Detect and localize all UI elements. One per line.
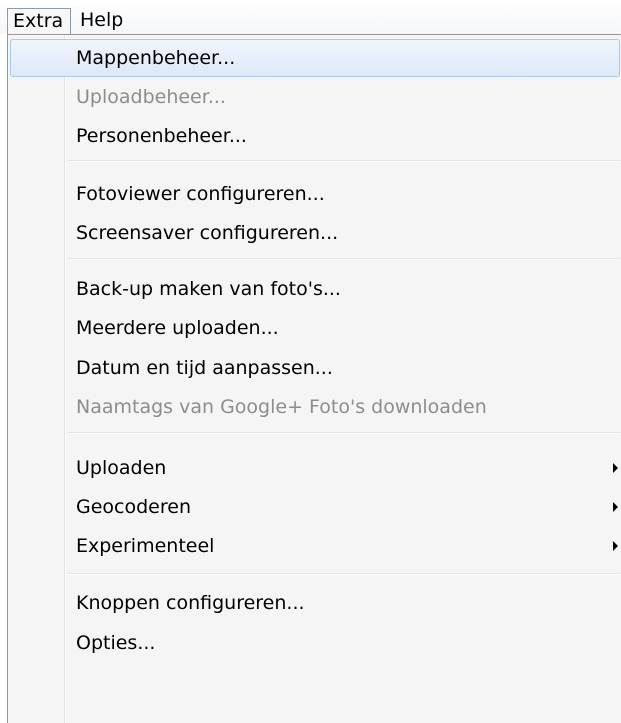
menu-item-label: Uploaden <box>76 457 167 479</box>
menu-item-label: Datum en tijd aanpassen... <box>76 357 333 379</box>
menu-item-uploadbeheer: Uploadbeheer... <box>10 78 620 116</box>
menu-item-label: Experimenteel <box>76 535 215 557</box>
menu-item-label: Personenbeheer... <box>76 125 247 147</box>
menu-item-label: Geocoderen <box>76 496 191 518</box>
menu-separator <box>68 160 620 162</box>
menu-item-datum-en-tijd-aanpassen[interactable]: Datum en tijd aanpassen... <box>10 349 620 387</box>
menu-bar: Extra Help <box>0 0 621 35</box>
menu-item-label: Naamtags van Google+ Foto's downloaden <box>76 396 487 418</box>
menu-item-label: Meerdere uploaden... <box>76 317 279 339</box>
menu-item-label: Opties... <box>76 632 156 654</box>
menu-item-label: Fotoviewer configureren... <box>76 183 325 205</box>
app-window: Extra Help Mappenbeheer... Uploadbeheer.… <box>0 0 621 723</box>
menu-help[interactable]: Help <box>74 8 129 34</box>
submenu-arrow-icon <box>613 541 618 551</box>
extra-dropdown-menu: Mappenbeheer... Uploadbeheer... Personen… <box>7 34 621 723</box>
menu-separator <box>68 573 620 575</box>
menu-item-geocoderen[interactable]: Geocoderen <box>10 488 620 526</box>
menu-item-knoppen-configureren[interactable]: Knoppen configureren... <box>10 584 620 622</box>
menu-item-opties[interactable]: Opties... <box>10 624 620 662</box>
submenu-arrow-icon <box>613 502 618 512</box>
menu-separator <box>68 258 620 260</box>
menu-item-experimenteel[interactable]: Experimenteel <box>10 527 620 565</box>
menu-item-meerdere-uploaden[interactable]: Meerdere uploaden... <box>10 309 620 347</box>
menu-item-back-up-maken[interactable]: Back-up maken van foto's... <box>10 270 620 308</box>
submenu-arrow-icon <box>613 463 618 473</box>
menu-item-fotoviewer-configureren[interactable]: Fotoviewer configureren... <box>10 175 620 213</box>
menu-extra[interactable]: Extra <box>7 8 72 35</box>
menu-separator <box>68 432 620 434</box>
menu-item-label: Mappenbeheer... <box>76 47 236 69</box>
menu-item-naamtags-downloaden: Naamtags van Google+ Foto's downloaden <box>10 388 620 426</box>
menu-item-label: Knoppen configureren... <box>76 592 305 614</box>
menu-item-uploaden[interactable]: Uploaden <box>10 449 620 487</box>
menu-item-personenbeheer[interactable]: Personenbeheer... <box>10 117 620 155</box>
menu-item-label: Uploadbeheer... <box>76 86 226 108</box>
menu-item-label: Back-up maken van foto's... <box>76 278 341 300</box>
menu-item-label: Screensaver configureren... <box>76 222 339 244</box>
menu-item-screensaver-configureren[interactable]: Screensaver configureren... <box>10 214 620 252</box>
menu-item-mappenbeheer[interactable]: Mappenbeheer... <box>10 39 620 77</box>
